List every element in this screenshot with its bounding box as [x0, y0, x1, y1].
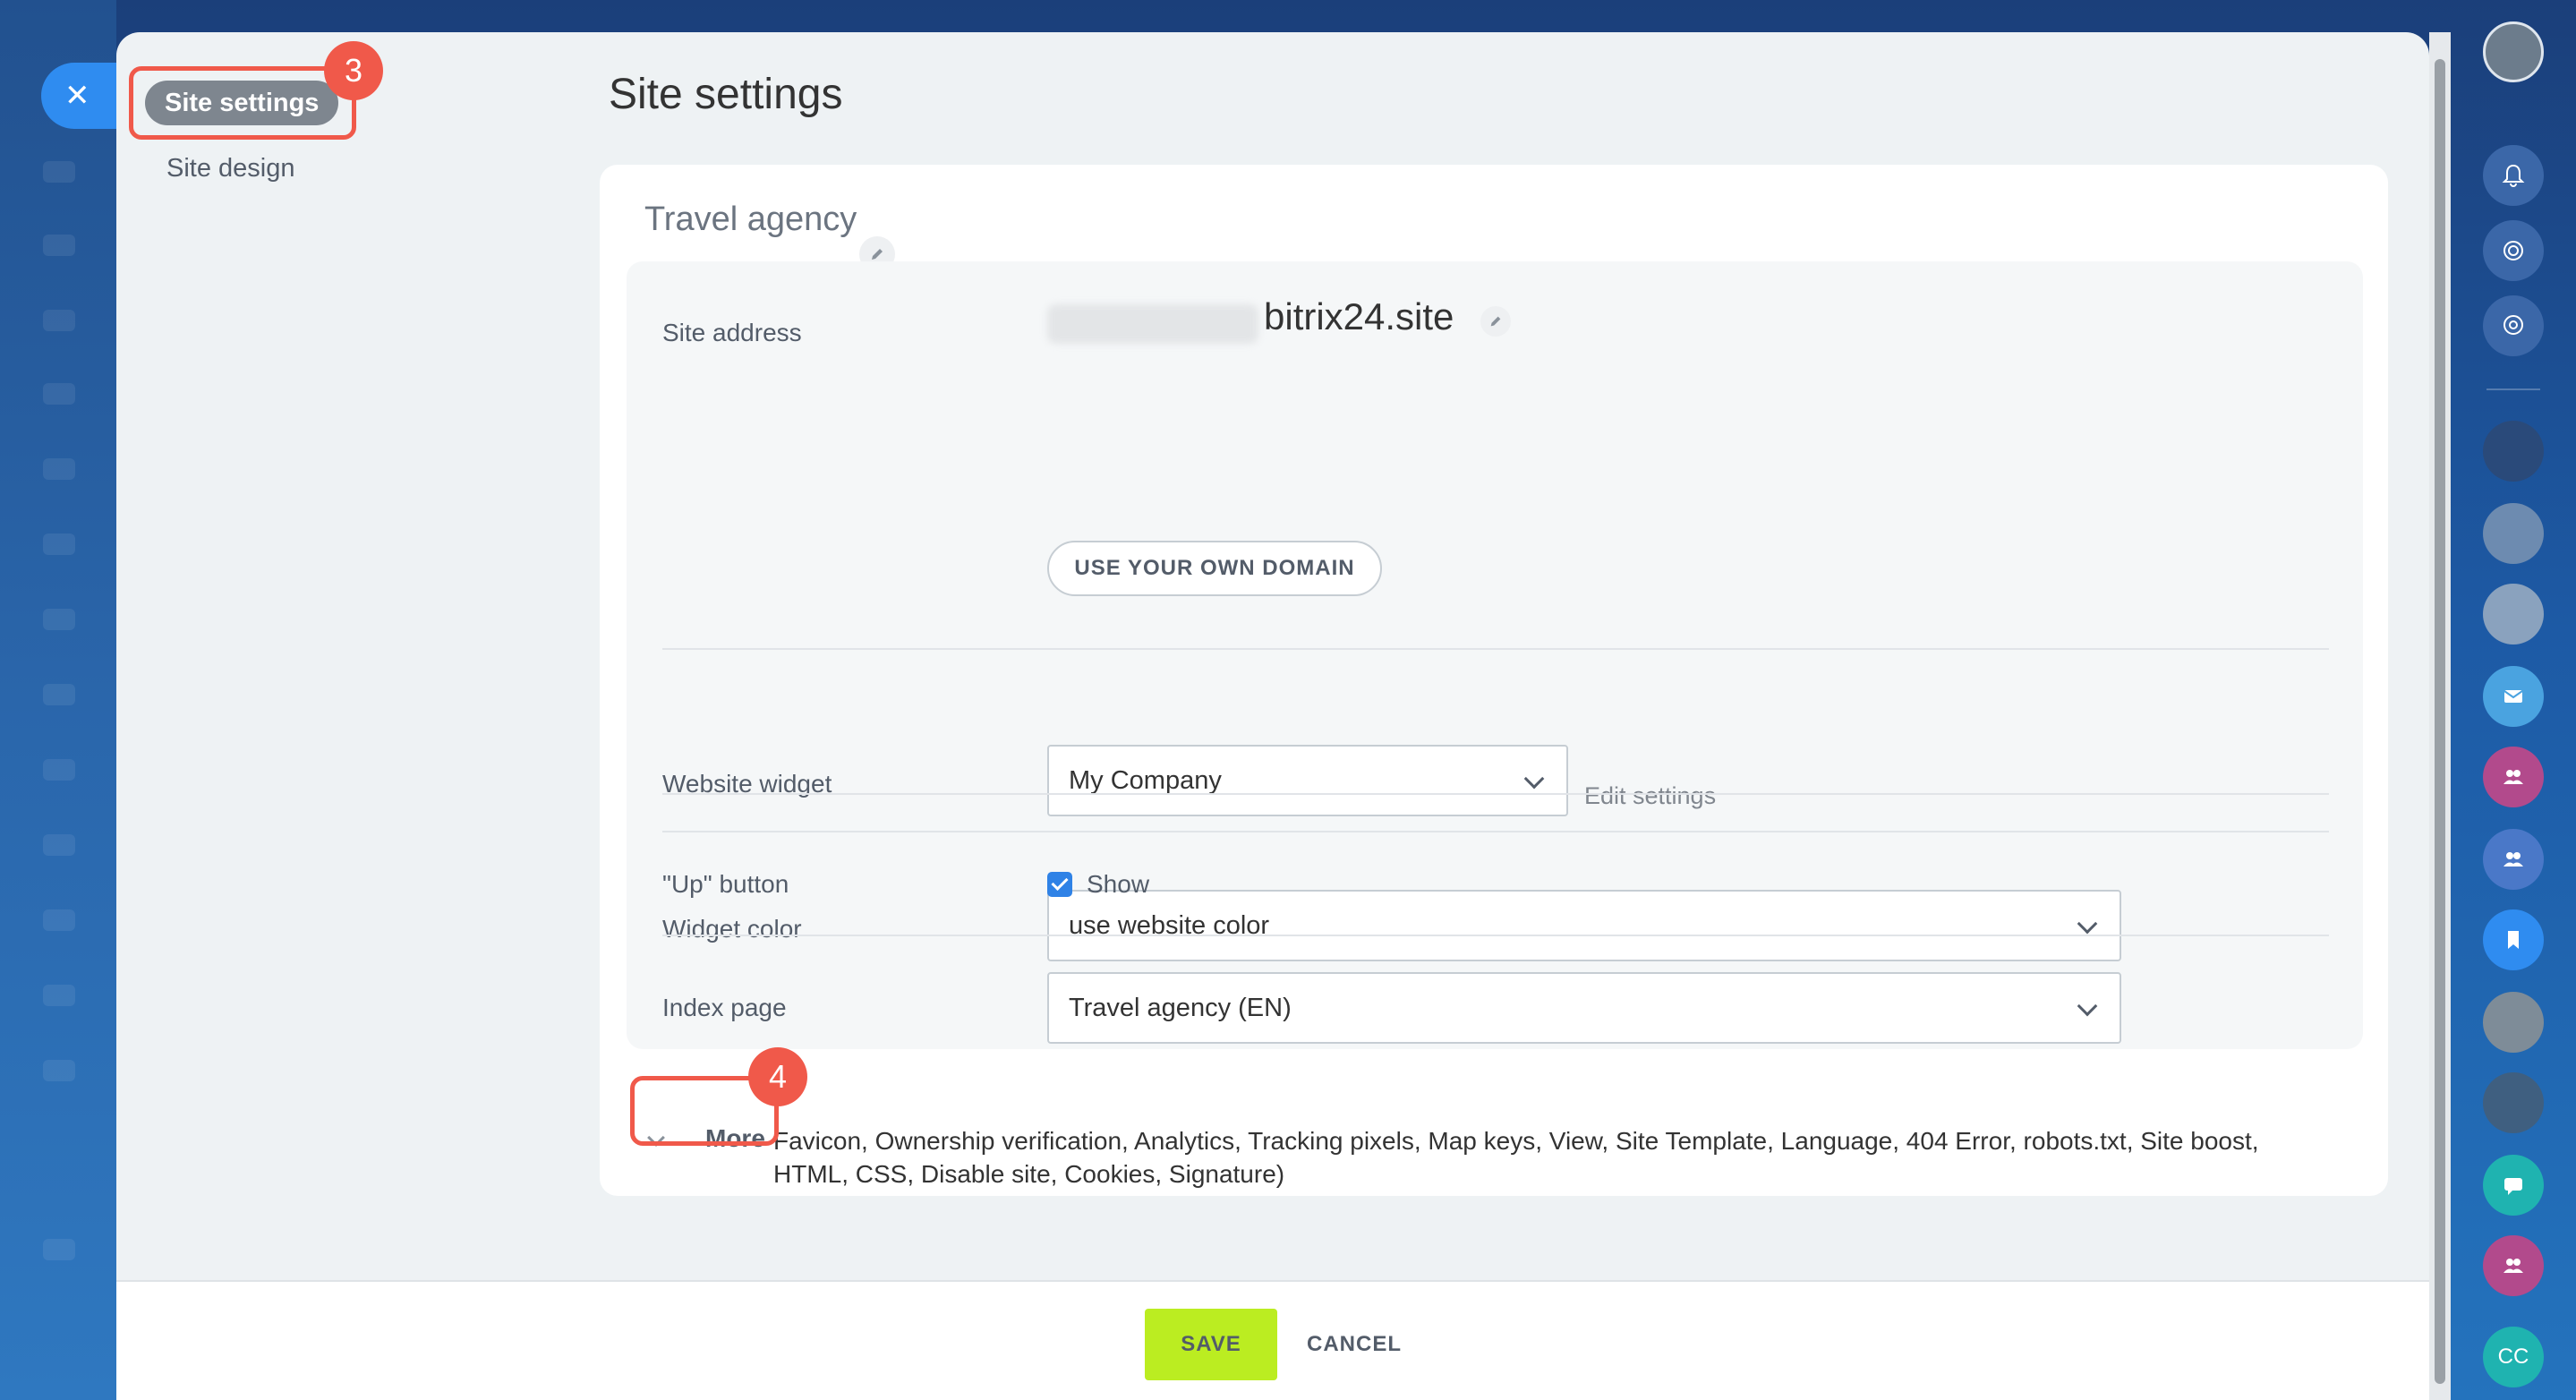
contact-avatar[interactable]	[2483, 1072, 2544, 1133]
cancel-button[interactable]: CANCEL	[1307, 1309, 1402, 1380]
menu-ghost-item	[43, 1239, 75, 1260]
panel-scrollbar[interactable]	[2429, 32, 2451, 1400]
contact-avatar[interactable]	[2483, 992, 2544, 1053]
show-up-button-checkbox[interactable]	[1047, 872, 1072, 897]
website-widget-value: My Company	[1069, 766, 1222, 795]
user-avatar[interactable]	[2483, 21, 2544, 82]
scrollbar-thumb[interactable]	[2435, 59, 2445, 1384]
edit-settings-link[interactable]: Edit settings	[1584, 782, 1716, 810]
contact-avatar[interactable]	[2483, 421, 2544, 482]
menu-ghost-item	[43, 759, 75, 781]
divider	[662, 648, 2329, 650]
contact-avatar[interactable]	[2483, 503, 2544, 564]
index-page-value: Travel agency (EN)	[1069, 994, 1292, 1022]
copilot-icon[interactable]	[2483, 220, 2544, 281]
divider	[662, 935, 2329, 936]
menu-ghost-item	[43, 684, 75, 705]
settings-form: Site address bitrix24.site USE YOUR OWN …	[627, 261, 2363, 1049]
settings-panel: Site settings Site design 3 Site setting…	[116, 32, 2429, 1400]
bookmark-icon-glyph	[2508, 931, 2519, 949]
nav-item-site-design[interactable]: Site design	[166, 154, 295, 184]
search-chat-icon[interactable]	[2483, 295, 2544, 356]
show-checkbox-label: Show	[1087, 870, 1150, 898]
menu-ghost-item	[43, 534, 75, 555]
up-button-label: "Up" button	[662, 870, 789, 898]
people-icon	[2503, 852, 2523, 866]
close-icon: ✕	[64, 79, 90, 113]
menu-ghost-item	[43, 985, 75, 1006]
menu-ghost-item	[43, 310, 75, 331]
people-icon	[2503, 1259, 2523, 1273]
group-chat-icon[interactable]	[2483, 829, 2544, 890]
more-sections-list: Favicon, Ownership verification, Analyti…	[773, 1127, 2259, 1188]
site-address-label: Site address	[662, 319, 802, 346]
menu-ghost-item	[43, 909, 75, 931]
use-own-domain-button[interactable]: USE YOUR OWN DOMAIN	[1047, 541, 1382, 596]
group-chat-icon[interactable]	[2483, 747, 2544, 807]
chat-icon[interactable]	[2483, 1155, 2544, 1216]
right-rail: CC	[2451, 0, 2576, 1400]
menu-ghost-item	[43, 834, 75, 856]
chevron-down-icon	[1523, 768, 1545, 790]
index-page-select[interactable]: Travel agency (EN)	[1047, 972, 2121, 1044]
menu-ghost-item	[43, 1060, 75, 1081]
search-chat-icon-glyph	[2503, 315, 2523, 335]
callout-highlight	[129, 66, 356, 140]
group-chat-icon[interactable]	[2483, 1235, 2544, 1296]
save-button[interactable]: SAVE	[1145, 1309, 1277, 1380]
page-title: Site settings	[609, 71, 843, 118]
domain-suffix: bitrix24.site	[1264, 295, 1454, 337]
index-page-label: Index page	[662, 994, 787, 1021]
site-settings-card: Travel agency Site address bitrix24.site…	[600, 165, 2388, 1196]
callout-badge: 4	[748, 1047, 807, 1106]
settings-nav: Site settings Site design	[116, 32, 582, 1400]
edit-address-button[interactable]	[1480, 306, 1511, 337]
initials-avatar[interactable]: CC	[2483, 1327, 2544, 1387]
people-icon	[2503, 770, 2523, 784]
menu-ghost-item	[43, 458, 75, 480]
group-avatar[interactable]	[2483, 584, 2544, 645]
callout-badge: 3	[324, 41, 383, 100]
bell-icon[interactable]	[2483, 145, 2544, 206]
blurred-subdomain	[1047, 304, 1258, 344]
footer-bar: SAVE CANCEL	[116, 1280, 2429, 1400]
divider	[662, 831, 2329, 832]
rail-separator	[2486, 388, 2540, 390]
menu-ghost-item	[43, 609, 75, 630]
pencil-icon	[1490, 316, 1501, 327]
envelope-icon	[2503, 690, 2523, 703]
bell-icon-glyph	[2502, 164, 2525, 187]
pencil-icon	[872, 249, 883, 260]
chevron-down-icon	[2077, 995, 2098, 1017]
website-widget-select[interactable]: My Company	[1047, 745, 1568, 816]
divider	[662, 793, 2329, 795]
menu-ghost-item	[43, 161, 75, 183]
bookmark-icon[interactable]	[2483, 909, 2544, 970]
menu-ghost-item	[43, 383, 75, 405]
left-menu-strip	[0, 0, 116, 1400]
chat-bubble-icon	[2504, 1178, 2522, 1195]
widget-color-label: Widget color	[662, 915, 802, 943]
copilot-icon-glyph	[2503, 241, 2523, 260]
chevron-down-icon	[2077, 913, 2098, 935]
widget-color-select[interactable]: use website color	[1047, 890, 2121, 961]
mail-icon[interactable]	[2483, 666, 2544, 727]
site-title: Travel agency	[644, 201, 857, 238]
menu-ghost-item	[43, 235, 75, 256]
